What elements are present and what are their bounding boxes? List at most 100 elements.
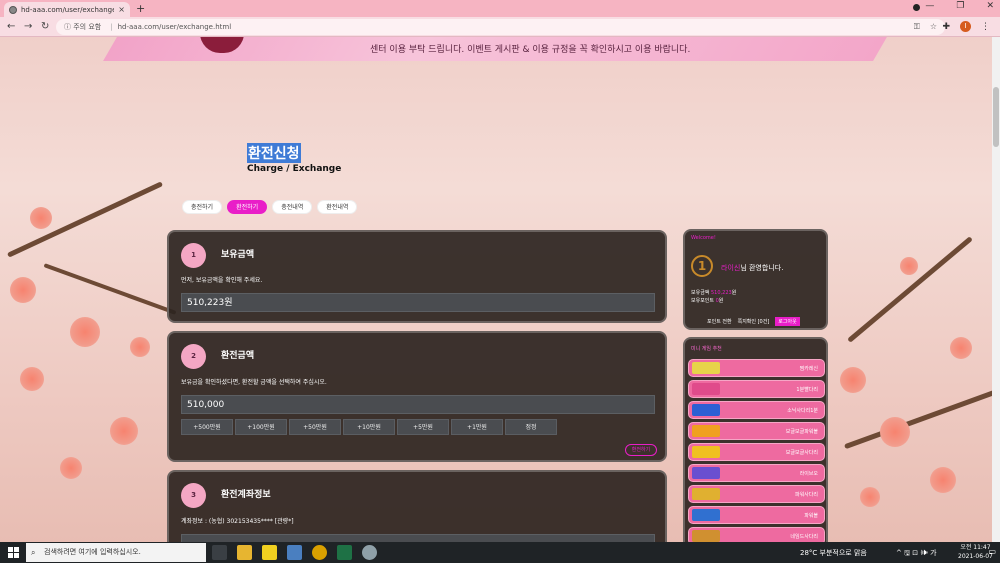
section-title: 보유금액 bbox=[221, 250, 255, 260]
windows-start-icon[interactable] bbox=[8, 547, 19, 558]
profile-avatar[interactable]: I bbox=[960, 21, 971, 32]
tab-charge-history[interactable]: 충전내역 bbox=[272, 200, 313, 214]
new-tab-button[interactable]: + bbox=[136, 2, 145, 15]
sticky-notes-icon[interactable] bbox=[262, 545, 277, 560]
game-item[interactable]: 보글보글사다리 bbox=[688, 443, 825, 461]
blossom-decoration bbox=[110, 417, 138, 445]
back-icon[interactable]: ← bbox=[7, 21, 15, 32]
branch-decoration bbox=[43, 263, 177, 315]
app-icon[interactable] bbox=[362, 545, 377, 560]
page-subtitle: Charge / Exchange bbox=[247, 164, 342, 174]
step-number: 1 bbox=[181, 243, 206, 268]
point-convert-button[interactable]: 포인트 전환 bbox=[707, 318, 732, 325]
blossom-decoration bbox=[70, 317, 100, 347]
add-1m-button[interactable]: +100만원 bbox=[235, 419, 287, 435]
weather-widget[interactable]: 28°C 부분적으로 맑음 bbox=[800, 548, 867, 558]
exchange-tabs: 충전하기 환전하기 충전내역 환전내역 bbox=[182, 200, 358, 214]
file-explorer-icon[interactable] bbox=[237, 545, 252, 560]
security-warning[interactable]: ⓘ 주의 요함 bbox=[64, 22, 101, 32]
add-500k-button[interactable]: +50만원 bbox=[289, 419, 341, 435]
minimize-icon[interactable]: — bbox=[925, 1, 934, 11]
messages-button[interactable]: 쪽지확인 [0건] bbox=[738, 318, 770, 325]
close-tab-icon[interactable]: × bbox=[118, 5, 125, 14]
blossom-decoration bbox=[860, 487, 880, 507]
points-unit: 원 bbox=[718, 298, 724, 304]
welcome-panel: Welcome! 1 라이신님 환영합니다. 보유금액 510,223원 보유포… bbox=[683, 229, 828, 330]
game-item[interactable]: 소닉사다리1분 bbox=[688, 401, 825, 419]
blossom-decoration bbox=[950, 337, 972, 359]
key-icon[interactable]: ⚿ bbox=[914, 22, 920, 32]
account-info-card: 3 환전계좌정보 계좌정보 : (농협) 302153435**** [관량*] bbox=[167, 470, 667, 542]
game-item[interactable]: 네임드사다리 bbox=[688, 527, 825, 542]
exchange-amount-input[interactable]: 510,000 bbox=[181, 395, 655, 414]
balance-value: 510,223 bbox=[711, 290, 732, 296]
balance-line: 보유금액 510,223원 bbox=[691, 289, 736, 296]
scrollbar-thumb[interactable] bbox=[993, 87, 999, 147]
tab-exchange[interactable]: 환전하기 bbox=[227, 200, 268, 214]
browser-tab[interactable]: hd-aaa.com/user/exchange.html × bbox=[4, 2, 130, 17]
balance-field: 510,223원 bbox=[181, 293, 655, 312]
window-controls: — ❐ ✕ bbox=[925, 1, 994, 11]
games-title: 미니 게임 추천 bbox=[691, 346, 722, 352]
game-item[interactable]: 찜카레신 bbox=[688, 359, 825, 377]
game-logo bbox=[692, 509, 720, 521]
tab-exchange-history[interactable]: 환전내역 bbox=[317, 200, 358, 214]
add-100k-button[interactable]: +10만원 bbox=[343, 419, 395, 435]
page-title: 환전신청 bbox=[247, 143, 301, 163]
windows-taskbar: ⌕ 검색하려면 여기에 입력하십시오. 28°C 부분적으로 맑음 ^ 🖫 ⊡ … bbox=[0, 542, 1000, 563]
task-view-icon[interactable] bbox=[212, 545, 227, 560]
section-title: 환전계좌정보 bbox=[221, 490, 271, 500]
game-item[interactable]: 파워볼 bbox=[688, 506, 825, 524]
excel-icon[interactable] bbox=[337, 545, 352, 560]
exchange-amount-card: 2 환전금액 보유금을 확인하셨다면, 환전할 금액을 선택하여 주십시오. 5… bbox=[167, 331, 667, 462]
game-name: 보글보글파워볼 bbox=[785, 429, 818, 435]
branch-decoration bbox=[843, 389, 997, 450]
blossom-decoration bbox=[840, 367, 866, 393]
game-name: 소닉사다리1분 bbox=[787, 408, 818, 414]
extensions-icon[interactable]: ✚ bbox=[942, 22, 950, 32]
system-tray[interactable]: ^ 🖫 ⊡ 🕪 가 bbox=[896, 548, 937, 560]
tab-charge[interactable]: 충전하기 bbox=[182, 200, 223, 214]
apply-exchange-button[interactable]: 환전하기 bbox=[625, 444, 657, 456]
recording-icon[interactable] bbox=[913, 4, 920, 11]
notepad-icon[interactable] bbox=[287, 545, 302, 560]
chrome-icon[interactable] bbox=[312, 545, 327, 560]
notice-text: 센터 이용 부탁 드립니다. 이벤트 게시판 & 이용 규정을 꼭 확인하시고 … bbox=[370, 45, 691, 55]
add-5m-button[interactable]: +500만원 bbox=[181, 419, 233, 435]
account-field[interactable] bbox=[181, 534, 655, 542]
game-item[interactable]: 라이브오 bbox=[688, 464, 825, 482]
section-title: 환전금액 bbox=[221, 351, 255, 361]
reset-button[interactable]: 정정 bbox=[505, 419, 557, 435]
add-10k-button[interactable]: +1만원 bbox=[451, 419, 503, 435]
game-item[interactable]: 파워사다리 bbox=[688, 485, 825, 503]
blossom-decoration bbox=[20, 367, 44, 391]
reload-icon[interactable]: ↻ bbox=[41, 21, 49, 32]
url-bar[interactable]: ⓘ 주의 요함 | hd-aaa.com/user/exchange.html … bbox=[56, 19, 945, 35]
points-line: 보유포인트 0원 bbox=[691, 297, 723, 304]
game-logo bbox=[692, 404, 720, 416]
notification-icon[interactable]: ▭ bbox=[988, 547, 996, 556]
close-window-icon[interactable]: ✕ bbox=[986, 1, 994, 11]
blossom-decoration bbox=[930, 467, 956, 493]
logout-button[interactable]: 로그아웃 bbox=[775, 317, 800, 326]
greeting-suffix: 님 환영합니다. bbox=[740, 264, 784, 272]
balance-unit: 원 bbox=[731, 290, 737, 296]
star-icon[interactable]: ☆ bbox=[930, 22, 937, 32]
taskbar-search[interactable]: ⌕ 검색하려면 여기에 입력하십시오. bbox=[26, 543, 206, 562]
forward-icon[interactable]: → bbox=[24, 21, 32, 32]
game-item[interactable]: 1분빨다리 bbox=[688, 380, 825, 398]
nickname: 라이신 bbox=[721, 264, 741, 272]
search-placeholder: 검색하려면 여기에 입력하십시오. bbox=[44, 548, 141, 556]
blossom-decoration bbox=[60, 457, 82, 479]
page-content: 센터 이용 부탁 드립니다. 이벤트 게시판 & 이용 규정을 꼭 확인하시고 … bbox=[0, 37, 1000, 542]
menu-icon[interactable]: ⋮ bbox=[981, 22, 990, 32]
page-scrollbar[interactable] bbox=[992, 37, 1000, 542]
maximize-icon[interactable]: ❐ bbox=[956, 1, 964, 11]
tab-title: hd-aaa.com/user/exchange.html bbox=[21, 5, 115, 14]
blossom-decoration bbox=[900, 257, 918, 275]
globe-icon bbox=[9, 5, 17, 14]
game-logo bbox=[692, 425, 720, 437]
add-50k-button[interactable]: +5만원 bbox=[397, 419, 449, 435]
url-separator: | bbox=[110, 23, 113, 31]
game-item[interactable]: 보글보글파워볼 bbox=[688, 422, 825, 440]
